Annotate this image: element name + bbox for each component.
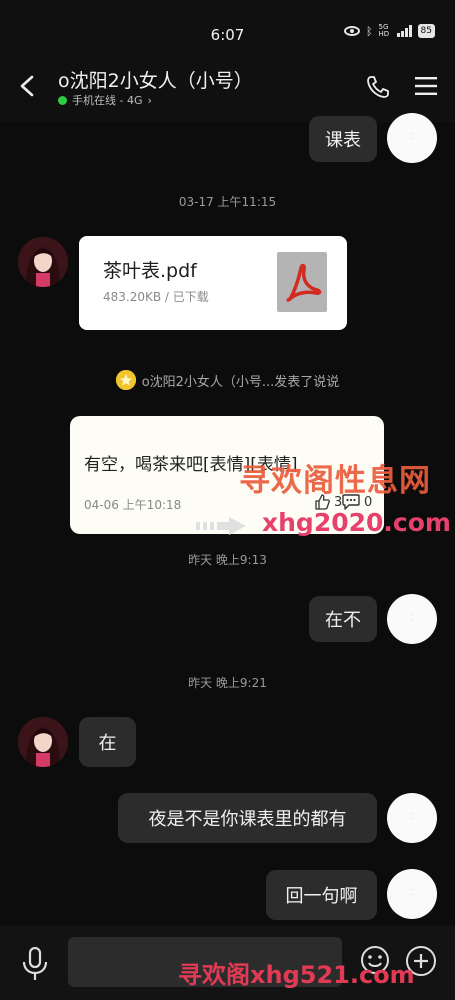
post-date: 04-06 上午10:18: [84, 498, 182, 512]
status-text: 手机在线 - 4G: [72, 94, 143, 107]
watermark-footer: 寻欢阁xhg521.com: [178, 961, 415, 989]
mic-icon[interactable]: [20, 947, 50, 981]
my-avatar[interactable]: .. .... ..: [387, 793, 437, 843]
watermark: 寻欢阁性息网: [239, 463, 431, 499]
chevron-right-icon: ›: [147, 93, 152, 107]
message-text: 夜是不是你课表里的都有: [148, 809, 347, 830]
file-name: 茶叶表.pdf: [103, 260, 197, 282]
file-message[interactable]: 茶叶表.pdf 483.20KB / 已下载: [79, 236, 347, 330]
message-text: 在不: [325, 610, 361, 631]
timestamp: 昨天 晚上9:13: [188, 553, 267, 567]
message-bubble-sent[interactable]: 课表: [309, 116, 377, 162]
contact-name[interactable]: o沈阳2小女人（小号）: [58, 66, 253, 93]
phone-icon[interactable]: [365, 74, 391, 100]
timestamp: 03-17 上午11:15: [178, 195, 277, 209]
my-avatar[interactable]: .. .... ..: [387, 113, 437, 163]
file-meta: 483.20KB / 已下载: [103, 290, 209, 304]
message-bubble-sent[interactable]: 夜是不是你课表里的都有: [118, 793, 377, 843]
my-avatar[interactable]: .. .... ..: [387, 869, 437, 919]
contact-avatar[interactable]: [18, 717, 68, 767]
message-bubble-received[interactable]: 在: [79, 717, 136, 767]
network-type-icon: 5G HD: [378, 23, 390, 38]
status-bar: 6:07 ᛒ 5G HD 85: [0, 0, 455, 64]
online-dot-icon: [58, 95, 67, 105]
menu-icon[interactable]: [415, 76, 437, 96]
message-bubble-sent[interactable]: 回一句啊: [266, 870, 377, 920]
star-icon: [115, 370, 136, 390]
notice-text: o沈阳2小女人（小号...发表了说说: [141, 374, 340, 390]
contact-avatar[interactable]: [18, 237, 68, 287]
timestamp: 昨天 晚上9:21: [188, 676, 267, 690]
pdf-icon: [277, 252, 327, 312]
status-icons: ᛒ 5G HD 85: [343, 23, 435, 38]
back-icon[interactable]: [16, 74, 40, 98]
message-text: 在: [98, 733, 117, 754]
bluetooth-icon: ᛒ: [365, 24, 373, 38]
watermark-arrow-icon: [196, 517, 246, 535]
battery-indicator: 85: [417, 24, 435, 38]
message-text: 回一句啊: [285, 886, 358, 907]
contact-status: 手机在线 - 4G ›: [58, 92, 152, 108]
watermark-url: xhg2020.com: [262, 508, 451, 537]
activity-notice[interactable]: o沈阳2小女人（小号...发表了说说: [0, 370, 455, 390]
message-bubble-sent[interactable]: 在不: [309, 596, 377, 642]
signal-icon: [396, 25, 412, 37]
eye-icon: [343, 26, 360, 36]
chat-header: o沈阳2小女人（小号） 手机在线 - 4G ›: [0, 64, 455, 122]
message-text: 课表: [325, 130, 361, 151]
my-avatar[interactable]: .. .... ..: [387, 594, 437, 644]
